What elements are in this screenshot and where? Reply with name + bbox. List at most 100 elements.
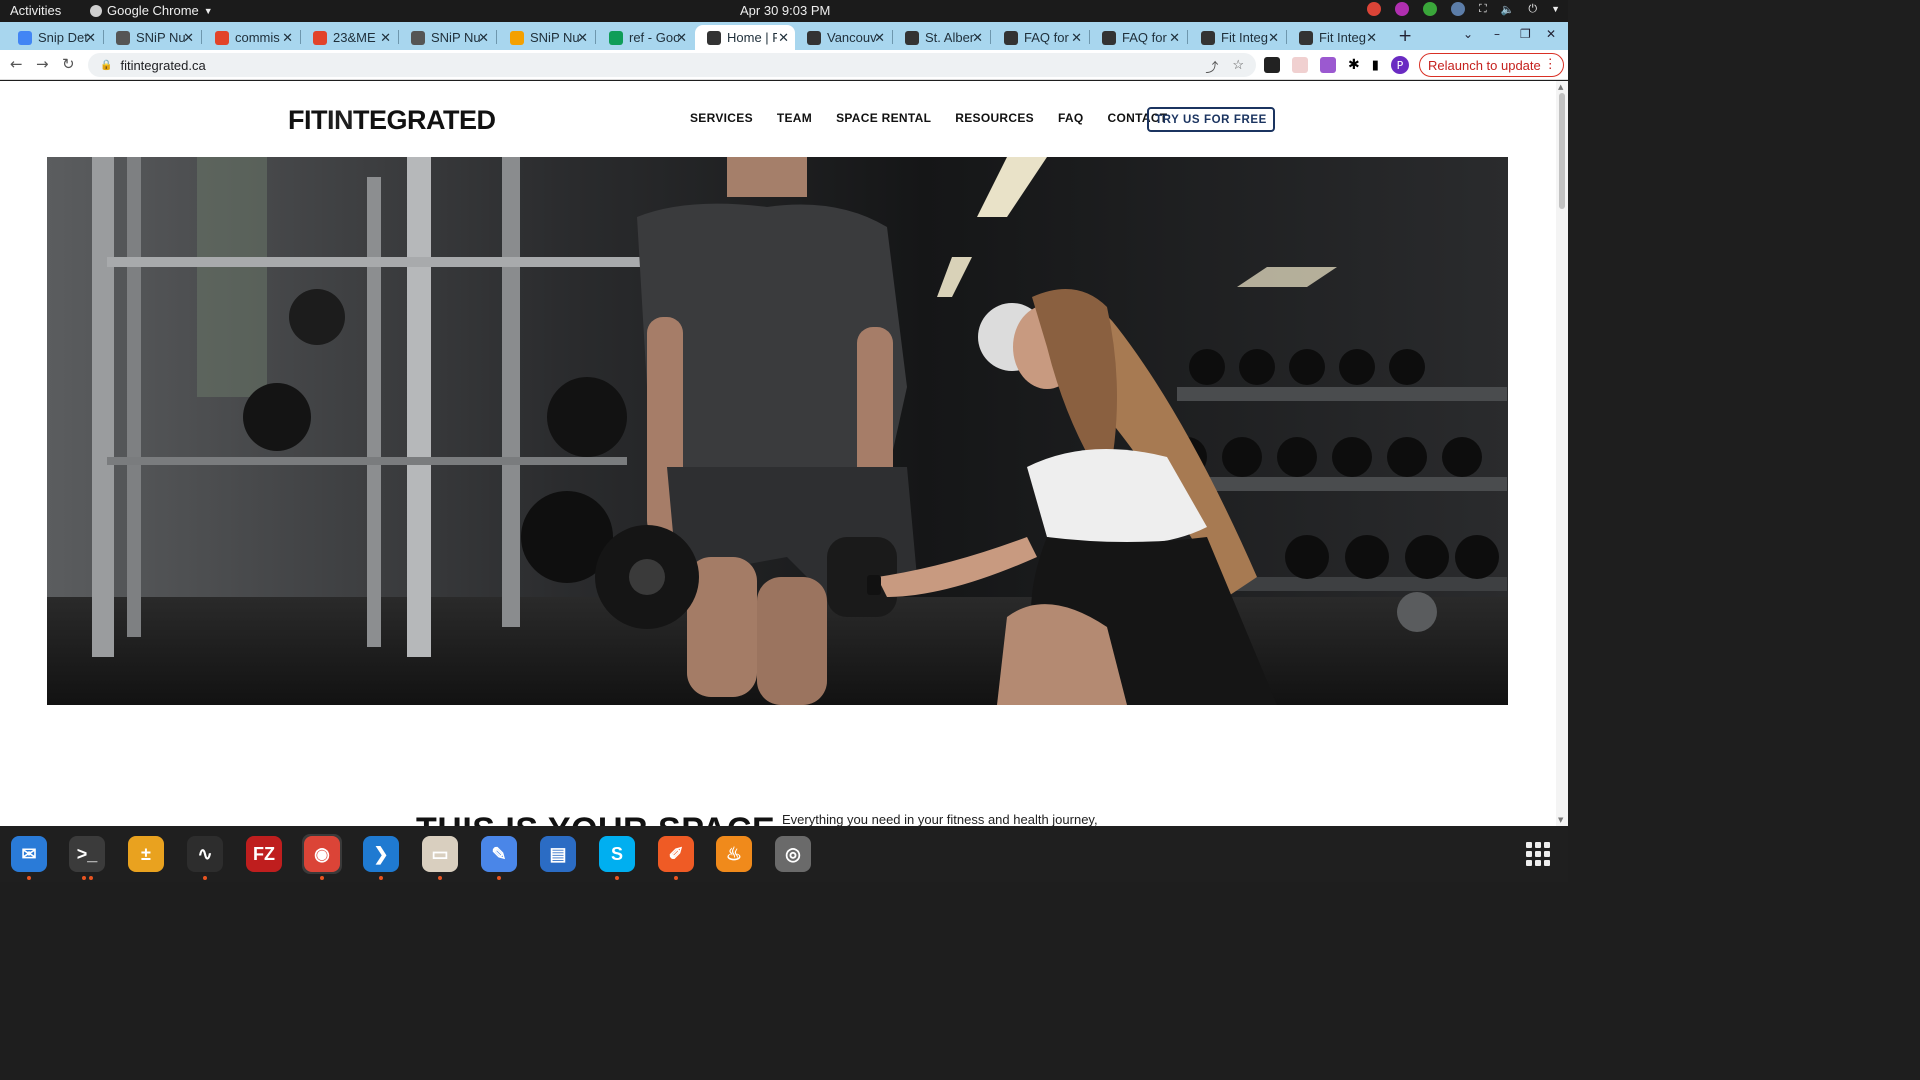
chrome-tray-icon[interactable] [1366, 2, 1381, 16]
blaze-icon[interactable]: ♨ [714, 834, 754, 874]
vscode-icon[interactable]: ❯ [361, 834, 401, 880]
scrollbar-thumb[interactable] [1559, 93, 1565, 209]
close-tab-icon[interactable]: ✕ [478, 30, 489, 46]
eyedropper-extension-icon[interactable] [1264, 57, 1280, 73]
tab-title: Snip Det [38, 30, 88, 45]
checkmark-tray-icon[interactable] [1422, 2, 1437, 16]
reload-icon[interactable]: ↻ [62, 55, 75, 73]
tab-12[interactable]: Fit Integ ✕ [1189, 25, 1285, 50]
running-indicator [438, 876, 442, 880]
document-viewer-icon[interactable]: ▤ [538, 834, 578, 874]
activities-button[interactable]: Activities [10, 3, 61, 18]
thunderbird-icon[interactable]: ✉ [9, 834, 49, 880]
tab-3[interactable]: 23&ME ✕ [301, 25, 397, 50]
maximize-window-icon[interactable]: ❐ [1520, 27, 1531, 41]
running-indicator [674, 876, 678, 880]
app-menu[interactable]: Google Chrome ▼ [90, 3, 213, 18]
tab-8[interactable]: Vancouv ✕ [795, 25, 891, 50]
scroll-down-arrow-icon[interactable]: ▼ [1558, 816, 1563, 824]
tab-13[interactable]: Fit Integ ✕ [1287, 25, 1383, 50]
close-tab-icon[interactable]: ✕ [972, 30, 983, 46]
nav-faq[interactable]: FAQ [1058, 111, 1084, 125]
close-tab-icon[interactable]: ✕ [183, 30, 194, 46]
gitlab-icon [215, 30, 229, 45]
close-tab-icon[interactable]: ✕ [1366, 30, 1377, 46]
scroll-up-arrow-icon[interactable]: ▲ [1558, 83, 1563, 91]
tab-title: SNiP Nu [136, 30, 186, 45]
extensions-puzzle-icon[interactable]: ✱ [1348, 57, 1360, 73]
page-scrollbar[interactable]: ▲ ▼ [1556, 81, 1568, 826]
tab-separator [201, 30, 202, 44]
minimize-window-icon[interactable]: – [1494, 27, 1500, 41]
try-free-button[interactable]: TRY US FOR FREE [1147, 107, 1275, 132]
bookmark-star-icon[interactable]: ☆ [1232, 57, 1244, 76]
relaunch-update-button[interactable]: Relaunch to update ⋮ [1419, 53, 1564, 77]
site-logo[interactable]: FITINTEGRATED [288, 105, 496, 136]
tab-1[interactable]: SNiP Nu ✕ [104, 25, 200, 50]
new-tab-plus-icon[interactable]: + [1398, 26, 1412, 46]
tab-7[interactable]: Home | F ✕ [695, 25, 795, 50]
fit-favicon [1299, 30, 1313, 45]
postman-icon[interactable]: ✐ [656, 834, 696, 880]
system-monitor-icon[interactable]: ∿ [185, 834, 225, 880]
tab-9[interactable]: St. Alber ✕ [893, 25, 989, 50]
app-menu-label: Google Chrome [107, 3, 199, 18]
show-apps-grid-icon[interactable] [1526, 842, 1550, 866]
tab-5[interactable]: SNiP Nu ✕ [498, 25, 594, 50]
chrome-icon[interactable]: ◉ [302, 834, 342, 880]
close-window-icon[interactable]: ✕ [1546, 27, 1556, 41]
volume-icon[interactable]: 🔈 [1501, 3, 1515, 16]
clock[interactable]: Apr 30 9:03 PM [740, 3, 830, 18]
tab-0[interactable]: Snip Det ✕ [6, 25, 102, 50]
close-tab-icon[interactable]: ✕ [282, 30, 293, 46]
skype-icon[interactable]: S [597, 834, 637, 880]
main-navigation: SERVICES TEAM SPACE RENTAL RESOURCES FAQ… [690, 111, 1167, 125]
url-text[interactable]: fitintegrated.ca [120, 58, 205, 73]
more-menu-icon[interactable]: ⋮ [1544, 56, 1557, 72]
close-tab-icon[interactable]: ✕ [778, 30, 789, 46]
tab-6[interactable]: ref - Goo ✕ [597, 25, 693, 50]
close-tab-icon[interactable]: ✕ [577, 30, 588, 46]
system-tray[interactable]: ⛶ 🔈 ⏻ ▼ [1366, 2, 1560, 16]
close-tab-icon[interactable]: ✕ [874, 30, 885, 46]
nav-services[interactable]: SERVICES [690, 111, 753, 125]
terminal-icon[interactable]: >_ [67, 834, 107, 880]
side-panel-icon[interactable]: ▮ [1372, 58, 1379, 73]
disk-icon[interactable]: ◎ [773, 834, 813, 874]
forward-arrow-icon[interactable]: → [36, 55, 49, 73]
settings-tray-icon[interactable] [1450, 2, 1465, 16]
close-tab-icon[interactable]: ✕ [1169, 30, 1180, 46]
share-icon[interactable]: ⤴ [1205, 57, 1218, 76]
power-icon[interactable]: ⏻ [1528, 3, 1537, 16]
files-icon[interactable]: ▭ [420, 834, 460, 880]
tab-4[interactable]: SNiP Nu ✕ [399, 25, 495, 50]
filezilla-icon[interactable]: FZ [244, 834, 284, 874]
blaze-icon-glyph: ♨ [716, 836, 752, 872]
color-picker-tray-icon[interactable] [1394, 2, 1409, 16]
tab-11[interactable]: FAQ for ✕ [1090, 25, 1186, 50]
back-arrow-icon[interactable]: ← [10, 55, 23, 73]
nav-resources[interactable]: RESOURCES [955, 111, 1034, 125]
terminal-icon-glyph: >_ [69, 836, 105, 872]
address-bar[interactable]: 🔒 fitintegrated.ca ⤴ ☆ [88, 53, 1256, 77]
calendar-extension-icon[interactable] [1292, 57, 1308, 73]
nav-space-rental[interactable]: SPACE RENTAL [836, 111, 931, 125]
lock-icon[interactable]: 🔒 [100, 60, 112, 71]
tab-2[interactable]: commis ✕ [203, 25, 299, 50]
pen-extension-icon[interactable] [1320, 57, 1336, 73]
calculator-icon[interactable]: ± [126, 834, 166, 874]
network-icon[interactable]: ⛶ [1479, 3, 1487, 16]
close-tab-icon[interactable]: ✕ [380, 30, 391, 46]
nav-team[interactable]: TEAM [777, 111, 812, 125]
tab-search-icon[interactable]: ⌄ [1463, 27, 1473, 41]
profile-avatar[interactable]: P [1390, 56, 1409, 74]
close-tab-icon[interactable]: ✕ [676, 30, 687, 46]
text-editor-icon[interactable]: ✎ [479, 834, 519, 880]
close-tab-icon[interactable]: ✕ [1268, 30, 1279, 46]
caret-down-icon[interactable]: ▼ [1551, 4, 1560, 14]
tab-title: commis [235, 30, 280, 45]
tab-10[interactable]: FAQ for ✕ [992, 25, 1088, 50]
vscode-icon-glyph: ❯ [363, 836, 399, 872]
close-tab-icon[interactable]: ✕ [85, 30, 96, 46]
close-tab-icon[interactable]: ✕ [1071, 30, 1082, 46]
